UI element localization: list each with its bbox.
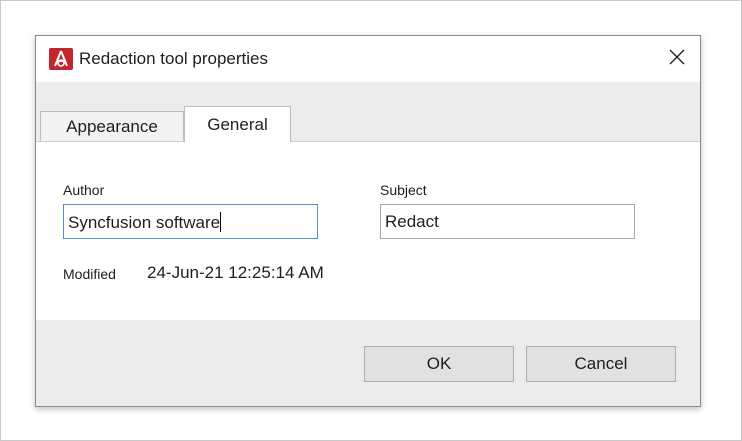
modified-label: Modified xyxy=(63,266,116,282)
tab-general[interactable]: General xyxy=(184,106,291,142)
ok-button[interactable]: OK xyxy=(364,346,514,382)
close-button[interactable] xyxy=(654,36,700,82)
subject-value: Redact xyxy=(385,212,439,231)
author-label: Author xyxy=(63,182,105,198)
dialog-title: Redaction tool properties xyxy=(79,49,269,68)
tab-appearance[interactable]: Appearance xyxy=(40,111,184,141)
modified-value: 24-Jun-21 12:25:14 AM xyxy=(147,263,324,282)
text-caret xyxy=(220,212,222,232)
title-bar: Redaction tool properties xyxy=(36,36,700,82)
dialog-footer: OK Cancel xyxy=(36,320,700,406)
subject-field[interactable]: Redact xyxy=(380,204,635,239)
cancel-button[interactable]: Cancel xyxy=(526,346,676,382)
author-field[interactable]: Syncfusion software xyxy=(63,204,318,239)
general-tab-content: Author Syncfusion software Subject Redac… xyxy=(36,142,700,320)
subject-label: Subject xyxy=(380,182,427,198)
author-value: Syncfusion software xyxy=(68,213,221,232)
redaction-app-icon xyxy=(49,48,73,70)
tab-strip: Appearance General xyxy=(36,82,700,142)
properties-dialog: Redaction tool properties Appearance Gen… xyxy=(35,35,701,407)
close-icon xyxy=(669,49,685,70)
